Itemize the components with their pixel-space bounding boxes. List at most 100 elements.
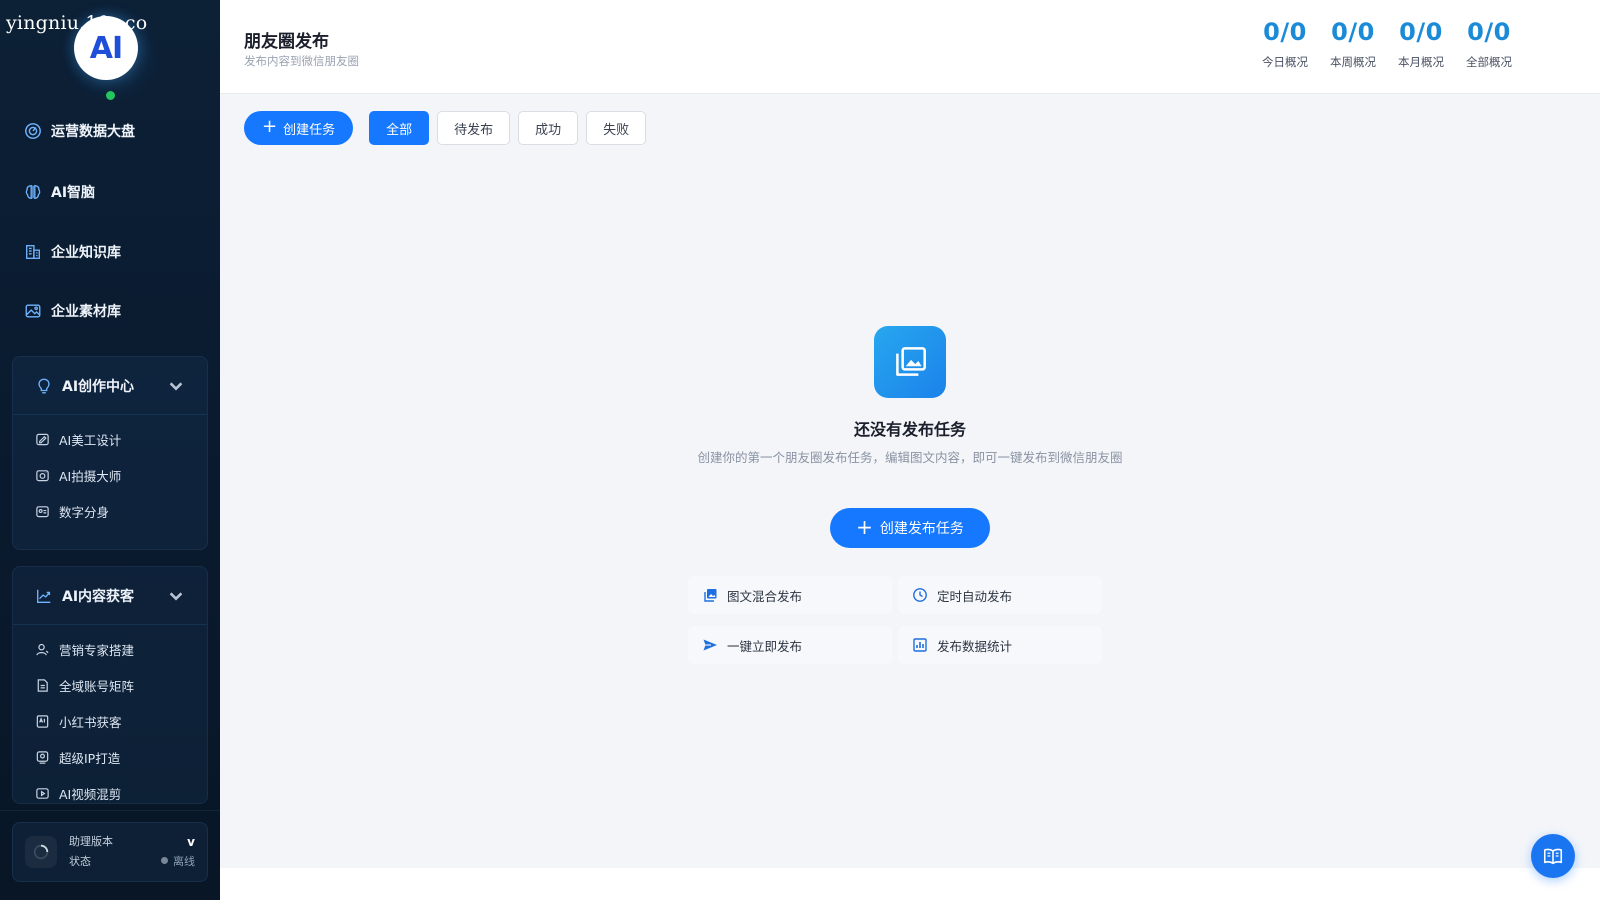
- create-task-button[interactable]: + 创建任务: [244, 111, 354, 145]
- trend-icon: [37, 589, 51, 603]
- assistant-version-panel[interactable]: 助理版本 状态 v 离线: [12, 822, 208, 882]
- offline-status-dot: [161, 857, 168, 864]
- camera-icon: [36, 469, 49, 481]
- sidebar-group-label: AI创作中心: [62, 378, 135, 395]
- loading-spinner-icon: [25, 836, 57, 868]
- sidebar-item-label: 小红书获客: [59, 714, 122, 730]
- sidebar-item-super-ip[interactable]: 超级IP打造: [13, 739, 207, 775]
- assistant-title: 助理版本: [69, 835, 113, 848]
- assistant-status: v 离线: [161, 832, 195, 872]
- tab-failed[interactable]: 失败: [586, 111, 647, 145]
- main-content: 朋友圈发布 发布内容到微信朋友圈 0/0 今日概况 0/0 本周概况 0/0 本…: [220, 0, 1600, 900]
- gallery-icon: [874, 326, 946, 398]
- empty-state-description: 创建你的第一个朋友圈发布任务，编辑图文内容，即可一键发布到微信朋友圈: [697, 450, 1123, 465]
- assistant-status-value: 离线: [173, 855, 195, 868]
- sidebar-item-ai-design[interactable]: AI美工设计: [13, 421, 207, 457]
- sidebar-sub-list: 营销专家搭建 全域账号矩阵 小红书获客 超级IP打造 AI视频混剪: [13, 625, 207, 803]
- sidebar-item-label: 运营数据大盘: [51, 124, 135, 140]
- stat-value: 0/0: [1399, 18, 1443, 46]
- sidebar-item-asset-library[interactable]: 企业素材库: [24, 297, 121, 325]
- feature-image-text: 图文混合发布: [688, 576, 892, 614]
- sidebar-item-knowledge-base[interactable]: 企业知识库: [24, 238, 121, 266]
- stat-all: 0/0 全部概况: [1462, 18, 1516, 70]
- sidebar-item-xiaohongshu[interactable]: 小红书获客: [13, 703, 207, 739]
- brain-icon: [25, 185, 41, 199]
- user-icon: [36, 643, 49, 655]
- feature-statistics: 发布数据统计: [898, 626, 1102, 664]
- empty-state-title: 还没有发布任务: [853, 420, 966, 439]
- watermark-text: yingniu.10v.co: [6, 12, 148, 34]
- book-icon: [1543, 848, 1563, 865]
- bar-chart-icon: [913, 638, 927, 652]
- plus-icon: +: [262, 116, 278, 137]
- sidebar-item-ai-brain[interactable]: AI智脑: [24, 178, 95, 206]
- sidebar-item-label: AI视频混剪: [59, 786, 122, 802]
- bottom-strip: [220, 868, 1600, 900]
- stats-summary: 0/0 今日概况 0/0 本周概况 0/0 本月概况 0/0 全部概况: [1258, 18, 1516, 70]
- dashboard-icon: [25, 123, 41, 139]
- logo-text: AI: [89, 30, 123, 66]
- online-status-dot: [106, 91, 115, 100]
- feature-label: 一键立即发布: [727, 638, 803, 654]
- ai-box-icon: [36, 714, 49, 728]
- page-subtitle: 发布内容到微信朋友圈: [244, 54, 359, 68]
- sidebar-item-dashboard[interactable]: 运营数据大盘: [24, 117, 135, 145]
- stat-label: 本月概况: [1398, 55, 1444, 69]
- ip-icon: [36, 750, 49, 764]
- page-header: 朋友圈发布 发布内容到微信朋友圈 0/0 今日概况 0/0 本周概况 0/0 本…: [220, 0, 1600, 94]
- video-icon: [36, 787, 49, 799]
- sidebar-item-label: AI拍摄大师: [59, 468, 122, 484]
- stat-value: 0/0: [1331, 18, 1375, 46]
- tab-success[interactable]: 成功: [518, 111, 579, 145]
- page-title: 朋友圈发布: [244, 32, 329, 52]
- assistant-status-label: 状态: [69, 855, 91, 868]
- create-publish-task-label: 创建发布任务: [879, 521, 964, 537]
- image-icon: [25, 304, 41, 318]
- stat-value: 0/0: [1467, 18, 1511, 46]
- plus-icon: +: [856, 515, 873, 539]
- sidebar-item-label: 营销专家搭建: [59, 642, 135, 658]
- stat-month: 0/0 本月概况: [1394, 18, 1448, 70]
- sidebar-item-label: 数字分身: [59, 504, 110, 520]
- sidebar-item-ai-video[interactable]: AI视频混剪: [13, 775, 207, 803]
- sidebar-item-label: 超级IP打造: [59, 750, 121, 766]
- sidebar: AI yingniu.10v.co 运营数据大盘 AI智脑 企业知识库 企业素材…: [0, 0, 220, 900]
- create-task-label: 创建任务: [283, 122, 336, 138]
- stat-label: 今日概况: [1262, 55, 1308, 69]
- sidebar-item-digital-avatar[interactable]: 数字分身: [13, 493, 207, 529]
- toolbar: + 创建任务 全部 待发布 成功 失败: [244, 111, 647, 145]
- create-publish-task-button[interactable]: + 创建发布任务: [830, 508, 990, 548]
- sidebar-item-account-matrix[interactable]: 全域账号矩阵: [13, 667, 207, 703]
- sidebar-divider: [0, 810, 220, 811]
- stat-label: 本周概况: [1330, 55, 1376, 69]
- sidebar-group-ai-creation: AI创作中心 AI美工设计 AI拍摄大师 数字分身: [12, 356, 208, 550]
- lightbulb-icon: [38, 378, 50, 393]
- sidebar-group-header[interactable]: AI内容获客: [13, 567, 207, 625]
- design-icon: [36, 433, 49, 445]
- sidebar-item-marketing-expert[interactable]: 营销专家搭建: [13, 631, 207, 667]
- feature-label: 定时自动发布: [937, 588, 1013, 604]
- sidebar-group-label: AI内容获客: [62, 588, 135, 605]
- feature-scheduled: 定时自动发布: [898, 576, 1102, 614]
- help-docs-button[interactable]: [1531, 834, 1575, 878]
- sidebar-item-label: 企业知识库: [51, 245, 121, 261]
- building-icon: [26, 245, 40, 259]
- chevron-down-icon[interactable]: [167, 377, 185, 395]
- stat-week: 0/0 本周概况: [1326, 18, 1380, 70]
- sidebar-sub-list: AI美工设计 AI拍摄大师 数字分身: [13, 415, 207, 529]
- document-icon: [37, 678, 48, 692]
- stat-value: 0/0: [1263, 18, 1307, 46]
- image-text-icon: [704, 589, 717, 602]
- assistant-info: 助理版本 状态: [69, 832, 161, 872]
- chevron-down-icon[interactable]: [167, 587, 185, 605]
- sidebar-group-header[interactable]: AI创作中心: [13, 357, 207, 415]
- sidebar-item-label: AI智脑: [51, 185, 96, 201]
- stat-today: 0/0 今日概况: [1258, 18, 1312, 70]
- sidebar-group-ai-content: AI内容获客 营销专家搭建 全域账号矩阵 小红书获客 超级IP打造 AI视频混剪: [12, 566, 208, 804]
- tab-pending[interactable]: 待发布: [437, 111, 511, 145]
- sidebar-item-label: AI美工设计: [59, 432, 122, 448]
- tab-all[interactable]: 全部: [369, 111, 430, 145]
- sidebar-item-ai-photo[interactable]: AI拍摄大师: [13, 457, 207, 493]
- send-icon: [703, 639, 717, 651]
- stat-label: 全部概况: [1466, 55, 1512, 69]
